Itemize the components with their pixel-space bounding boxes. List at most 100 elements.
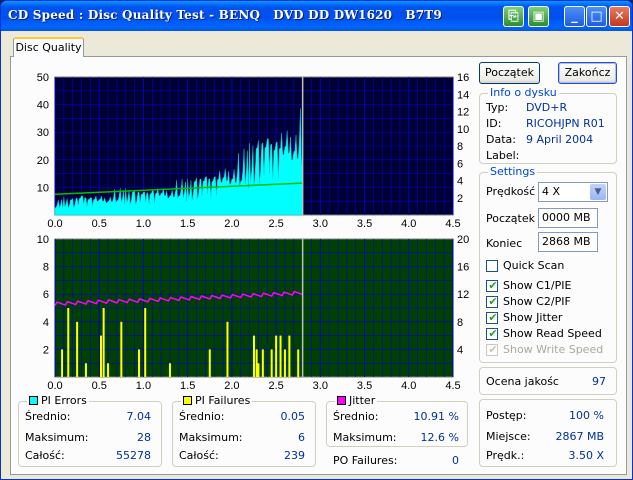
pi-failure-bar <box>257 363 260 377</box>
x-tick-label: 2.5 <box>268 380 283 392</box>
settings-legend: Settings <box>488 165 538 178</box>
pie-total-value: 55278 <box>116 449 151 462</box>
pi-failure-bar <box>168 363 171 377</box>
pi-failure-bar <box>261 349 264 377</box>
pif-max-label: Maksimum: <box>179 431 243 444</box>
speed-select-value: 4 X <box>542 185 561 198</box>
show-jitter-checkbox[interactable]: ✔ <box>486 311 498 324</box>
position-value: 2867 MB <box>555 430 604 443</box>
speed-select[interactable]: 4 X ▼ <box>538 182 608 202</box>
y-tick-label-left: 40 <box>37 100 49 112</box>
start-button[interactable]: Początek <box>479 62 540 84</box>
pif-avg-value: 0.05 <box>280 410 306 423</box>
pie-total-label: Całość: <box>25 449 65 462</box>
disc-info-legend: Info o dysku <box>488 86 559 99</box>
jitter-avg-label: Średnio: <box>333 410 379 423</box>
window-title: CD Speed : Disc Quality Test - BENQ DVD … <box>8 8 442 22</box>
speed-label: Prędkość <box>486 185 536 198</box>
y-tick-label-left: 10 <box>37 182 49 194</box>
pi-errors-legend-text: PI Errors <box>41 394 87 407</box>
quality-score-label: Ocena jakośc <box>486 375 559 388</box>
y-tick-label-right: 16 <box>457 262 469 274</box>
jitter-legend: Jitter <box>335 394 378 407</box>
pif-total-label: Całość: <box>179 449 219 462</box>
save-icon[interactable]: ▣ <box>528 6 549 27</box>
x-tick-label: 3.0 <box>313 218 328 230</box>
close-button[interactable]: ✕ <box>609 6 630 27</box>
progress-label: Postęp: <box>486 409 527 422</box>
y-tick-label-right: 14 <box>457 89 469 101</box>
pi-failure-bar <box>99 335 102 377</box>
quick-scan-checkbox[interactable] <box>486 260 498 272</box>
y-tick-label-left: 4 <box>43 317 49 329</box>
y-tick-label-right: 8 <box>457 141 463 153</box>
show-pif-label: Show C2/PIF <box>503 295 571 308</box>
start-mb-label: Początek <box>486 212 535 225</box>
pi-failure-bar <box>102 308 105 377</box>
copy-icon[interactable]: ⎘ <box>503 6 524 27</box>
show-read-speed-checkbox[interactable]: ✔ <box>486 327 498 340</box>
start-mb-field[interactable]: 0000 MB <box>538 208 598 228</box>
progress-group: Postęp: 100 % Miejsce: 2867 MB Prędk.: 3… <box>479 399 617 467</box>
check-icon: ✔ <box>488 311 498 324</box>
speed-readout-label: Prędk.: <box>486 449 525 462</box>
tab-disc-quality[interactable]: Disc Quality <box>13 37 84 57</box>
chevron-down-icon[interactable]: ▼ <box>590 184 606 200</box>
pi-failure-bar <box>275 335 278 377</box>
title-bar: CD Speed : Disc Quality Test - BENQ DVD … <box>1 1 632 31</box>
show-pif-checkbox[interactable]: ✔ <box>486 295 498 308</box>
show-write-speed-checkbox: ✔ <box>486 343 498 356</box>
maximize-button[interactable]: □ <box>586 6 607 27</box>
pi-failure-bar <box>67 308 70 377</box>
po-failures-label: PO Failures: <box>333 454 398 467</box>
pif-avg-label: Średnio: <box>179 410 225 423</box>
y-tick-label-right: 10 <box>457 124 469 136</box>
y-tick-label-right: 20 <box>457 234 469 246</box>
disc-info-group: Info o dysku Typ: DVD+R ID: RICOHJPN R01… <box>479 86 617 164</box>
check-icon: ✔ <box>488 279 498 292</box>
pi-errors-group: PI Errors Średnio: 7.04 Maksimum: 28 Cał… <box>18 394 162 467</box>
pi-failure-bar <box>288 335 291 377</box>
y-tick-label-left: 30 <box>37 127 49 139</box>
stop-button[interactable]: Zakończ <box>558 62 617 84</box>
quality-score-group: Ocena jakośc 97 <box>479 367 617 395</box>
jitter-max-value: 12.6 % <box>420 431 459 444</box>
y-tick-label-right: 4 <box>457 176 463 188</box>
pi-failures-swatch <box>183 396 192 405</box>
pi-failure-bar <box>76 321 79 377</box>
pi-failure-bar <box>107 363 110 377</box>
pi-failure-bar <box>61 349 64 377</box>
pi-errors-swatch <box>29 396 38 405</box>
po-failures-value: 0 <box>452 454 459 467</box>
x-tick-label: 0.5 <box>92 218 107 230</box>
disc-type-label: Typ: <box>486 101 509 114</box>
pi-failure-bar <box>120 321 123 377</box>
show-pie-checkbox[interactable]: ✔ <box>486 279 498 292</box>
pi-failure-bar <box>226 321 229 377</box>
x-tick-label: 1.0 <box>136 218 151 230</box>
quick-scan-label: Quick Scan <box>503 259 565 272</box>
jitter-max-label: Maksimum: <box>333 431 397 444</box>
pi-errors-legend: PI Errors <box>27 394 89 407</box>
jitter-avg-value: 10.91 % <box>413 410 459 423</box>
y-tick-label-right: 6 <box>457 158 463 170</box>
end-mb-field[interactable]: 2868 MB <box>538 232 598 252</box>
jitter-group: Jitter Średnio: 10.91 % Maksimum: 12.6 % <box>326 394 468 447</box>
disc-type-value: DVD+R <box>526 101 568 114</box>
x-tick-label: 0.5 <box>92 380 107 392</box>
pi-failure-bar <box>297 349 300 377</box>
pi-failures-group: PI Failures Średnio: 0.05 Maksimum: 6 Ca… <box>172 394 316 467</box>
y-tick-label-left: 50 <box>37 72 49 84</box>
pi-failure-bar <box>255 349 258 377</box>
progress-value: 100 % <box>569 409 604 422</box>
y-tick-label-left: 2 <box>43 344 49 356</box>
x-tick-label: 3.5 <box>357 218 372 230</box>
pie-max-label: Maksimum: <box>25 431 89 444</box>
x-tick-label: 4.0 <box>401 218 416 230</box>
pi-failure-bar <box>283 349 286 377</box>
x-tick-label: 3.0 <box>313 380 328 392</box>
jitter-swatch <box>337 396 346 405</box>
minimize-button[interactable]: _ <box>564 6 585 27</box>
y-tick-label-left: 6 <box>43 289 49 301</box>
disc-id-value: RICOHJPN R01 <box>526 117 605 130</box>
